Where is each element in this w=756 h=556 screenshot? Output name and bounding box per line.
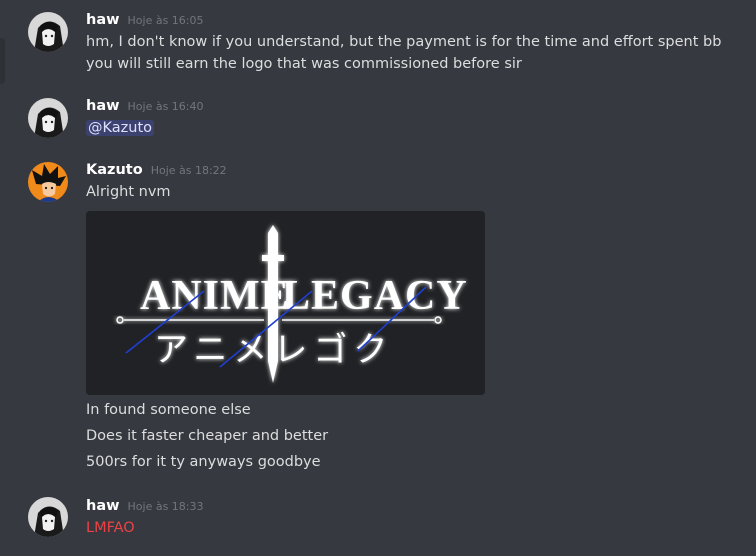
- message-text: LMFAO: [86, 520, 135, 536]
- image-attachment[interactable]: ANIME LEGACY アニメレゴク: [86, 211, 485, 395]
- avatar-haw[interactable]: [28, 497, 68, 537]
- avatar-haw[interactable]: [28, 98, 68, 138]
- message-text: you will still earn the logo that was co…: [86, 56, 522, 72]
- avatar-kazuto[interactable]: [28, 162, 68, 202]
- username[interactable]: haw: [86, 98, 120, 114]
- message-text: Alright nvm: [86, 184, 171, 200]
- message-text: In found someone else: [86, 402, 251, 418]
- logo-text-right: LEGACY: [282, 273, 468, 319]
- timestamp: Hoje às 18:33: [127, 500, 204, 513]
- timestamp: Hoje às 18:22: [150, 164, 227, 177]
- scrollbar-thumb[interactable]: [0, 38, 5, 84]
- logo-text-japanese: アニメレゴク: [154, 330, 393, 370]
- avatar-haw[interactable]: [28, 12, 68, 52]
- username[interactable]: haw: [86, 12, 120, 28]
- timestamp: Hoje às 16:05: [127, 14, 204, 27]
- user-mention[interactable]: @Kazuto: [86, 120, 154, 136]
- message-text: 500rs for it ty anyways goodbye: [86, 454, 321, 470]
- logo-text-left: ANIME: [140, 273, 290, 319]
- message-text: hm, I don't know if you understand, but …: [86, 34, 722, 50]
- username[interactable]: Kazuto: [86, 162, 143, 178]
- username[interactable]: haw: [86, 498, 120, 514]
- message-text: Does it faster cheaper and better: [86, 428, 329, 444]
- timestamp: Hoje às 16:40: [127, 100, 204, 113]
